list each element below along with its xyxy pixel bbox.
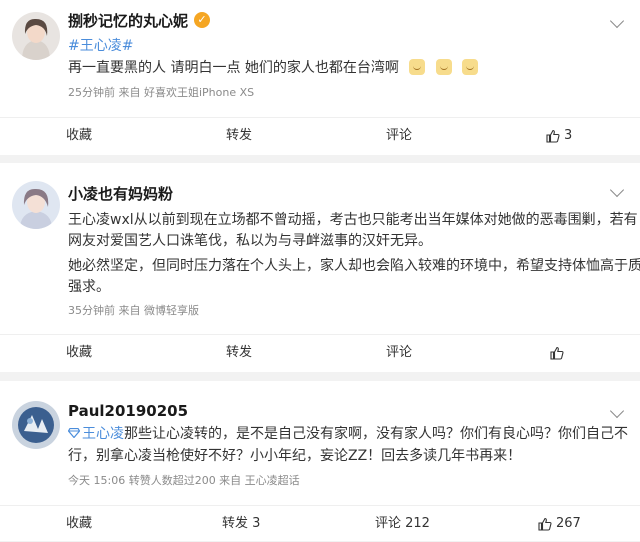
avatar[interactable] xyxy=(12,12,60,60)
thumbs-up-icon xyxy=(550,346,564,360)
doge-emoji-icon xyxy=(435,59,452,75)
like-button[interactable] xyxy=(550,335,568,371)
like-button[interactable]: 3 xyxy=(546,118,572,154)
like-button[interactable]: 267 xyxy=(538,506,581,542)
like-count: 267 xyxy=(556,516,581,531)
author-name[interactable]: Paul20190205 xyxy=(68,402,188,420)
avatar[interactable] xyxy=(12,181,60,229)
collect-button[interactable]: 收藏 xyxy=(66,335,92,371)
comment-button[interactable]: 评论 xyxy=(386,335,412,371)
post-text-content: 那些让心凌转的，是不是自己没有家啊，没有家人吗？你们有良心吗？你们自己不 xyxy=(124,426,628,442)
author-name[interactable]: 小凌也有妈妈粉 xyxy=(68,183,173,204)
chevron-down-icon[interactable] xyxy=(609,13,625,29)
post-text-line: 行，别拿心凌当枪使好不好？小小年纪，妄论ZZ！回去多读几年书再来！ xyxy=(68,448,522,464)
repost-button[interactable]: 转发 xyxy=(226,335,252,371)
post-card: Paul20190205 王心凌那些让心凌转的，是不是自己没有家啊，没有家人吗？… xyxy=(0,381,640,541)
collect-button[interactable]: 收藏 xyxy=(66,506,92,542)
thumbs-up-icon xyxy=(538,517,552,531)
post-text-line: 她必然坚定，但同时压力落在个人头上，家人却也会陷入较难的环境中，希望支持体恤高于… xyxy=(68,258,640,274)
post-text-line: 网友对爱国艺人口诛笔伐，私以为与寻衅滋事的汉奸无异。 xyxy=(68,233,432,249)
repost-button[interactable]: 转发 xyxy=(226,118,252,154)
comment-button[interactable]: 评论 212 xyxy=(375,506,430,542)
action-bar: 收藏 转发 评论 xyxy=(0,334,640,371)
chevron-down-icon[interactable] xyxy=(609,403,625,419)
chevron-down-icon[interactable] xyxy=(609,182,625,198)
post-meta: 今天 15:06 转赞人数超过200 来自 王心凌超话 xyxy=(68,474,300,487)
author-name[interactable]: 捌秒记忆的丸心妮 xyxy=(68,10,188,31)
post-card: 小凌也有妈妈粉 王心凌wxl从以前到现在立场都不曾动摇，考古也只能考出当年媒体对… xyxy=(0,163,640,372)
post-meta: 35分钟前 来自 微博轻享版 xyxy=(68,304,199,317)
repost-button[interactable]: 转发 3 xyxy=(222,506,260,542)
comment-button[interactable]: 评论 xyxy=(386,118,412,154)
topic-link[interactable]: 王心凌 xyxy=(82,426,124,442)
like-count: 3 xyxy=(564,128,573,143)
topic-link[interactable]: #王心凌# xyxy=(68,38,133,54)
post-text-line: 强求。 xyxy=(68,279,110,295)
collect-button[interactable]: 收藏 xyxy=(66,118,92,154)
post-card: 捌秒记忆的丸心妮 ✓ #王心凌# 再一直要黑的人 请明白一点 她们的家人也都在台… xyxy=(0,0,640,155)
verified-badge-icon: ✓ xyxy=(194,12,210,28)
thumbs-up-icon xyxy=(546,129,560,143)
post-text-content: 再一直要黑的人 请明白一点 她们的家人也都在台湾啊 xyxy=(68,60,399,76)
super-topic-icon xyxy=(68,428,80,438)
doge-emoji-icon xyxy=(462,59,479,75)
action-bar: 收藏 转发 3 评论 212 267 xyxy=(0,505,640,542)
action-bar: 收藏 转发 评论 3 xyxy=(0,117,640,154)
avatar[interactable] xyxy=(12,401,60,449)
post-topic[interactable]: #王心凌# xyxy=(68,35,133,57)
post-text-line: 王心凌那些让心凌转的，是不是自己没有家啊，没有家人吗？你们有良心吗？你们自己不 xyxy=(68,423,628,445)
post-meta: 25分钟前 来自 好喜欢王姐iPhone XS xyxy=(68,86,255,99)
post-text-line: 王心凌wxl从以前到现在立场都不曾动摇，考古也只能考出当年媒体对她做的恶毒围剿，… xyxy=(68,212,638,228)
doge-emoji-icon xyxy=(409,59,426,75)
post-text: 再一直要黑的人 请明白一点 她们的家人也都在台湾啊 xyxy=(68,57,481,79)
